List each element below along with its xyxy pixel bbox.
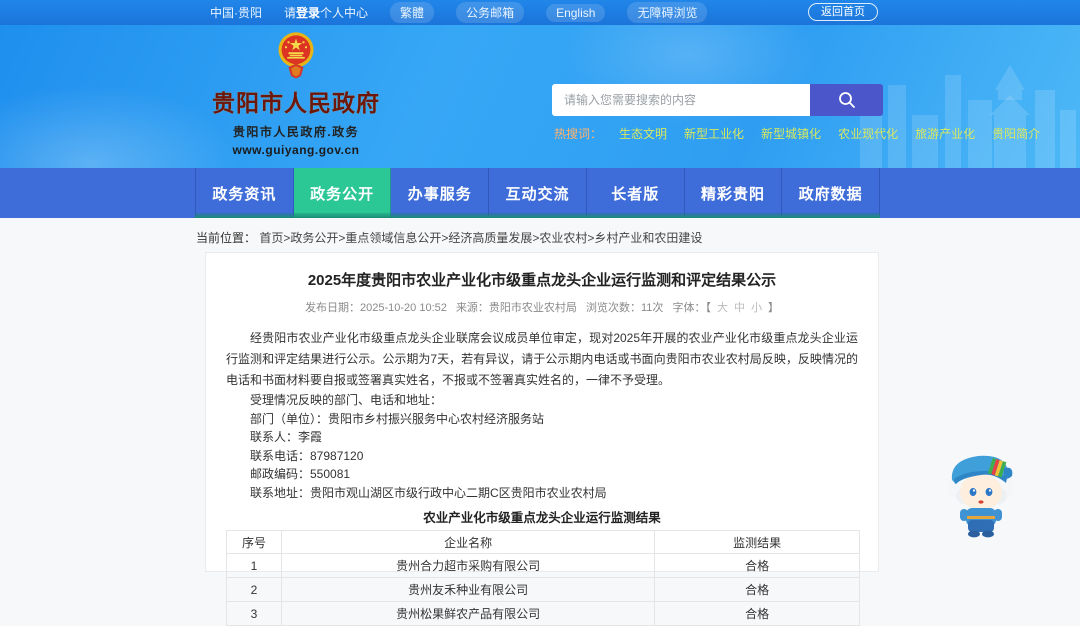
nav-item-news[interactable]: 政务资讯	[195, 168, 294, 218]
monitor-result: 合格	[654, 601, 860, 626]
page: { "topbar": { "links": ["中国·贵阳", "繁體", "…	[0, 0, 1080, 626]
nav-item-gov-disclosure[interactable]: 政务公开	[293, 168, 392, 218]
link-official-mail[interactable]: 公务邮箱	[456, 2, 525, 23]
row-no: 3	[226, 601, 282, 626]
column-header-company: 企业名称	[280, 530, 656, 554]
return-home-button[interactable]: 返回首页	[808, 3, 878, 21]
article-source: 来源：贵阳市农业农村局	[455, 302, 577, 314]
contact-person: 联系人：李霞	[250, 430, 323, 444]
table-header-row: 序号 企业名称 监测结果	[226, 530, 860, 554]
font-size-large-button[interactable]: 大	[717, 302, 728, 314]
login-suffix: 个人中心	[320, 6, 369, 20]
breadcrumb: 当前位置： 首页>政务公开>重点领域信息公开>经济高质量发展>农业农村>乡村产业…	[196, 229, 702, 246]
company-name: 贵州友禾种业有限公司	[280, 577, 656, 602]
site-url: www.guiyang.gov.cn	[232, 143, 360, 157]
table-caption: 农业产业化市级重点龙头企业运行监测结果	[423, 511, 661, 525]
link-china-guiyang[interactable]: 中国·贵阳	[210, 4, 262, 21]
table-row: 1 贵州合力超市采购有限公司 合格	[226, 553, 860, 578]
link-traditional-chinese[interactable]: 繁體	[390, 2, 435, 23]
site-subtitle: 贵阳市人民政府.政务	[232, 125, 360, 139]
breadcrumb-label: 当前位置：	[196, 231, 257, 245]
cityscape-decoration	[860, 65, 1076, 168]
column-header-result: 监测结果	[654, 530, 860, 554]
search-button[interactable]	[810, 84, 883, 116]
article-panel: 2025年度贵阳市农业产业化市级重点龙头企业运行监测和评定结果公示 发布日期：2…	[205, 252, 879, 626]
article-meta: 发布日期：2025-10-20 10:52 来源：贵阳市农业农村局 浏览次数：1…	[226, 299, 858, 315]
font-size-label: 字体：【	[672, 302, 711, 314]
hot-term-tourism[interactable]: 旅游产业化	[915, 125, 975, 142]
hot-term-agriculture[interactable]: 农业现代化	[838, 125, 898, 142]
publish-date: 发布日期：2025-10-20 10:52	[305, 302, 447, 314]
hot-search-row: 热搜词： 生态文明 新型工业化 新型城镇化 农业现代化 旅游产业化 贵阳简介	[554, 125, 1040, 142]
link-english[interactable]: English	[546, 3, 606, 22]
font-size-medium-button[interactable]: 中	[734, 302, 745, 314]
site-name: 贵阳市人民政府	[212, 90, 380, 116]
login-bold: 登录	[296, 6, 321, 20]
site-banner: 贵阳市人民政府 贵阳市人民政府.政务 www.guiyang.gov.cn 热搜…	[0, 25, 1080, 168]
top-utility-bar: 中国·贵阳 请登录个人中心 繁體 公务邮箱 English 无障碍浏览 返回首页	[0, 0, 1080, 25]
article-title: 2025年度贵阳市农业产业化市级重点龙头企业运行监测和评定结果公示	[307, 272, 777, 289]
nav-item-services[interactable]: 办事服务	[391, 168, 490, 218]
nav-item-splendid-guiyang[interactable]: 精彩贵阳	[685, 168, 783, 218]
company-name: 贵州合力超市采购有限公司	[280, 553, 656, 578]
hot-search-label: 热搜词：	[554, 127, 603, 141]
monitoring-result-table: 序号 企业名称 监测结果 1 贵州合力超市采购有限公司 合格 2 贵州友禾种业有…	[226, 530, 860, 626]
article-paragraph: 受理情况反映的部门、电话和地址：	[250, 393, 443, 407]
link-login-personal-center[interactable]: 请登录个人中心	[284, 4, 368, 21]
article-paragraph: 经贵阳市农业产业化市级重点龙头企业联席会议成员单位审定，现对2025年开展的农业…	[226, 331, 858, 387]
monitor-result: 合格	[654, 577, 860, 602]
nav-items: 政务资讯 政务公开 办事服务 互动交流 长者版 精彩贵阳 政府数据	[195, 168, 881, 218]
row-no: 1	[226, 553, 282, 578]
table-row: 3 贵州松果鲜农产品有限公司 合格	[226, 601, 860, 626]
top-bar-links: 中国·贵阳 请登录个人中心 繁體 公务邮箱 English 无障碍浏览	[210, 0, 708, 25]
link-accessibility[interactable]: 无障碍浏览	[627, 2, 708, 23]
company-name: 贵州松果鲜农产品有限公司	[280, 601, 656, 626]
login-prefix: 请	[284, 6, 297, 20]
monitor-result: 合格	[654, 553, 860, 578]
contact-address: 联系地址：贵阳市观山湖区市级行政中心二期C区贵阳市农业农村局	[250, 485, 607, 500]
postal-code: 邮政编码：550081	[250, 467, 351, 481]
banner-glow-decoration	[0, 85, 240, 168]
nav-item-interaction[interactable]: 互动交流	[489, 168, 587, 218]
mascot-character[interactable]	[942, 446, 1020, 538]
row-no: 2	[226, 577, 282, 602]
main-navigation: 政务资讯 政务公开 办事服务 互动交流 长者版 精彩贵阳 政府数据	[0, 168, 1080, 218]
contact-department: 部门（单位）：贵阳市乡村振兴服务中心农村经济服务站	[250, 411, 545, 426]
contact-phone: 联系电话：87987120	[250, 448, 364, 463]
nav-item-gov-data[interactable]: 政府数据	[782, 168, 881, 218]
breadcrumb-path[interactable]: 首页>政务公开>重点领域信息公开>经济高质量发展>农业农村>乡村产业和农田建设	[259, 231, 702, 245]
table-row: 2 贵州友禾种业有限公司 合格	[226, 577, 860, 602]
search-input[interactable]	[552, 84, 810, 116]
site-logo[interactable]: 贵阳市人民政府 贵阳市人民政府.政务 www.guiyang.gov.cn	[212, 31, 380, 157]
hot-term-ecology[interactable]: 生态文明	[619, 125, 667, 142]
column-header-no: 序号	[226, 530, 282, 554]
search-icon	[838, 92, 855, 108]
view-count: 浏览次数：11次	[586, 302, 664, 314]
hot-term-guiyang-intro[interactable]: 贵阳简介	[992, 125, 1040, 142]
national-emblem-icon	[278, 32, 314, 79]
font-size-label-close: 】	[767, 302, 779, 314]
font-size-small-button[interactable]: 小	[751, 302, 762, 314]
hot-term-urbanization[interactable]: 新型城镇化	[761, 125, 821, 142]
nav-item-senior-version[interactable]: 长者版	[587, 168, 685, 218]
search-bar	[552, 84, 883, 116]
hot-term-industrialization[interactable]: 新型工业化	[684, 125, 744, 142]
